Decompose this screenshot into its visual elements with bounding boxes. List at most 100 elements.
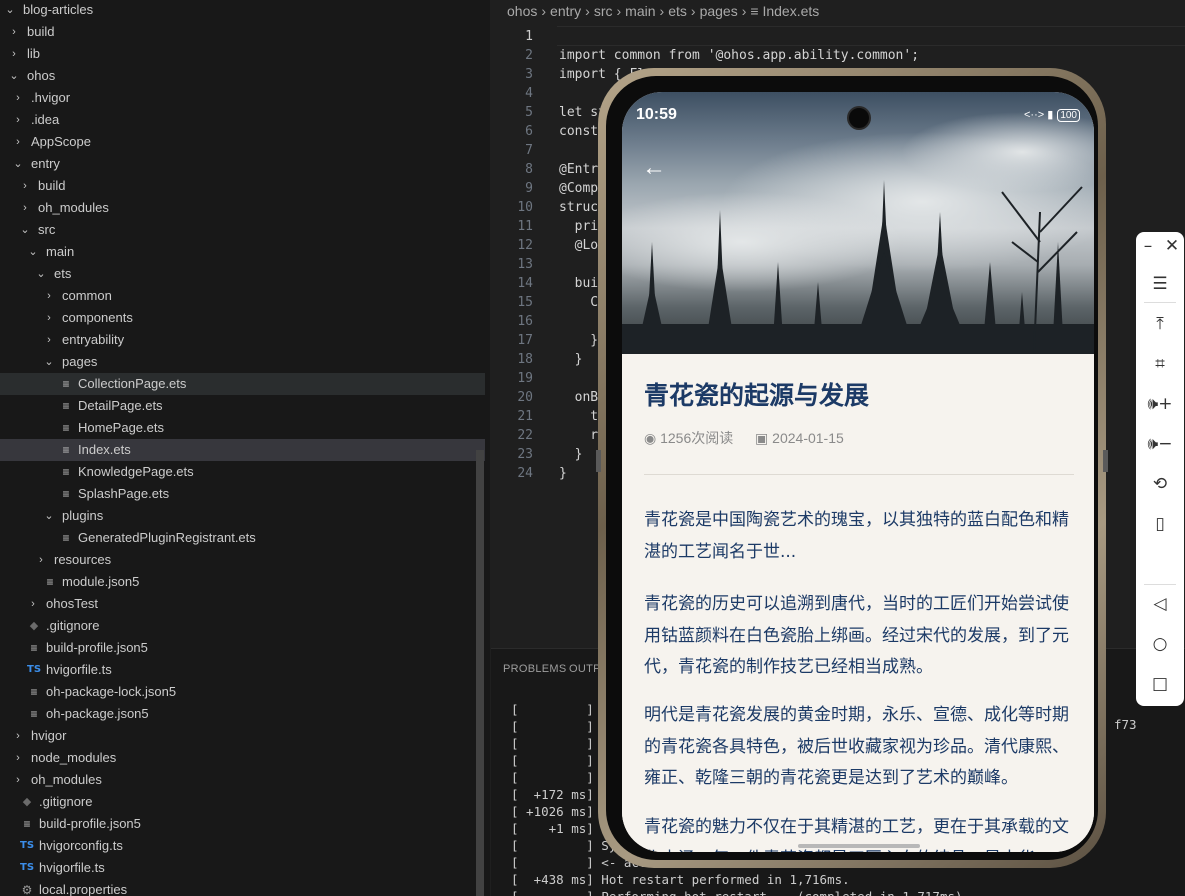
code-line[interactable]: @Entr (559, 160, 598, 179)
tree-file-module-json5[interactable]: ≡ module.json5 (0, 571, 485, 593)
tree-file-hvigorfile-ts[interactable]: TS hvigorfile.ts (0, 659, 485, 681)
chevron-down-icon[interactable]: ⌄ (27, 241, 39, 263)
tree-folder-appscope[interactable]: › AppScope (0, 131, 485, 153)
tree-folder-entryability[interactable]: › entryability (0, 329, 485, 351)
pin-top-icon[interactable]: ⤒ (1136, 314, 1184, 334)
tree-folder-src[interactable]: ⌄ src (0, 219, 485, 241)
tree-folder-ohos[interactable]: ⌄ ohos (0, 65, 485, 87)
chevron-right-icon[interactable]: › (43, 285, 55, 307)
chevron-right-icon[interactable]: › (19, 175, 31, 197)
tree-folder-ets[interactable]: ⌄ ets (0, 263, 485, 285)
tree-folder-hvigor[interactable]: › hvigor (0, 725, 485, 747)
tree-file-gitignore[interactable]: ◆ .gitignore (0, 791, 485, 813)
tree-file-splashpage-ets[interactable]: ≡ SplashPage.ets (0, 483, 485, 505)
code-line[interactable]: } (559, 350, 583, 369)
chevron-down-icon[interactable]: ⌄ (43, 351, 55, 373)
back-triangle-icon[interactable]: ◁ (1136, 594, 1184, 614)
tree-folder-oh-modules[interactable]: › oh_modules (0, 769, 485, 791)
breadcrumb-item[interactable]: Index.ets (762, 3, 819, 19)
back-arrow-icon[interactable]: ← (642, 154, 666, 182)
code-line[interactable]: onB (559, 388, 599, 407)
tree-folder-idea[interactable]: › .idea (0, 109, 485, 131)
tree-file-oh-package-lock-json5[interactable]: ≡ oh-package-lock.json5 (0, 681, 485, 703)
chevron-down-icon[interactable]: ⌄ (19, 219, 31, 241)
rotate-icon[interactable]: ⟲ (1136, 474, 1184, 494)
code-line[interactable]: } (559, 331, 598, 350)
code-line[interactable]: @Comp (559, 179, 598, 198)
breadcrumb-item[interactable]: pages (700, 3, 738, 19)
minus-icon[interactable]: – (1136, 236, 1160, 256)
tree-folder-node-modules[interactable]: › node_modules (0, 747, 485, 769)
tree-file-build-profile-json5[interactable]: ≡ build-profile.json5 (0, 813, 485, 835)
tree-folder-main[interactable]: ⌄ main (0, 241, 485, 263)
chevron-right-icon[interactable]: › (12, 769, 24, 791)
code-line[interactable]: @Lo (559, 236, 599, 255)
menu-icon[interactable]: ☰ (1136, 274, 1184, 294)
breadcrumb-item[interactable]: src (594, 3, 613, 19)
volume-down-icon[interactable]: 🕪− (1136, 434, 1184, 454)
code-line[interactable]: const (559, 122, 598, 141)
tree-file-homepage-ets[interactable]: ≡ HomePage.ets (0, 417, 485, 439)
tree-file-index-ets[interactable]: ≡ Index.ets (0, 439, 485, 461)
tree-file-gitignore[interactable]: ◆ .gitignore (0, 615, 485, 637)
tree-folder-resources[interactable]: › resources (0, 549, 485, 571)
tree-file-knowledgepage-ets[interactable]: ≡ KnowledgePage.ets (0, 461, 485, 483)
tree-file-detailpage-ets[interactable]: ≡ DetailPage.ets (0, 395, 485, 417)
code-line[interactable]: pri (559, 217, 599, 236)
close-icon[interactable]: ✕ (1160, 236, 1184, 256)
tree-file-hvigorfile-ts[interactable]: TS hvigorfile.ts (0, 857, 485, 879)
code-line[interactable]: import common from '@ohos.app.ability.co… (559, 46, 919, 65)
crop-icon[interactable]: ⌗ (1136, 354, 1184, 374)
home-indicator[interactable] (798, 844, 920, 848)
code-line[interactable]: bui (559, 274, 599, 293)
chevron-right-icon[interactable]: › (43, 329, 55, 351)
fold-icon[interactable]: ▯ (1136, 514, 1184, 534)
code-line[interactable]: } (559, 445, 583, 464)
tree-file-build-profile-json5[interactable]: ≡ build-profile.json5 (0, 637, 485, 659)
chevron-right-icon[interactable]: › (43, 307, 55, 329)
breadcrumb-item[interactable]: entry (550, 3, 581, 19)
tree-file-generatedpluginregistrant-ets[interactable]: ≡ GeneratedPluginRegistrant.ets (0, 527, 485, 549)
tree-file-hvigorconfig-ts[interactable]: TS hvigorconfig.ts (0, 835, 485, 857)
tab-output[interactable]: OUTP (569, 663, 601, 675)
tree-folder-common[interactable]: › common (0, 285, 485, 307)
chevron-down-icon[interactable]: ⌄ (43, 505, 55, 527)
chevron-down-icon[interactable]: ⌄ (12, 153, 24, 175)
code-line[interactable]: r (559, 426, 598, 445)
explorer-scrollbar[interactable] (476, 450, 484, 896)
chevron-right-icon[interactable]: › (19, 197, 31, 219)
chevron-down-icon[interactable]: ⌄ (8, 65, 20, 87)
chevron-right-icon[interactable]: › (27, 593, 39, 615)
tree-folder-oh-modules[interactable]: › oh_modules (0, 197, 485, 219)
code-line[interactable]: t (559, 407, 598, 426)
tree-folder-entry[interactable]: ⌄ entry (0, 153, 485, 175)
tree-folder-plugins[interactable]: ⌄ plugins (0, 505, 485, 527)
tree-file-local-properties[interactable]: ⚙ local.properties (0, 879, 485, 896)
tree-folder-build[interactable]: › build (0, 21, 485, 43)
chevron-right-icon[interactable]: › (8, 21, 20, 43)
tree-file-oh-package-json5[interactable]: ≡ oh-package.json5 (0, 703, 485, 725)
tree-file-collectionpage-ets[interactable]: ≡ CollectionPage.ets (0, 373, 485, 395)
code-line[interactable]: struc (559, 198, 598, 217)
chevron-right-icon[interactable]: › (12, 109, 24, 131)
chevron-right-icon[interactable]: › (35, 549, 47, 571)
breadcrumb-item[interactable]: ohos (507, 3, 537, 19)
tab-problems[interactable]: PROBLEMS (503, 663, 567, 675)
chevron-down-icon[interactable]: ⌄ (4, 0, 16, 21)
tree-folder-lib[interactable]: › lib (0, 43, 485, 65)
breadcrumb-item[interactable]: main (625, 3, 655, 19)
home-circle-icon[interactable]: ○ (1136, 634, 1184, 654)
tree-folder-build[interactable]: › build (0, 175, 485, 197)
chevron-right-icon[interactable]: › (12, 87, 24, 109)
tree-folder-pages[interactable]: ⌄ pages (0, 351, 485, 373)
recent-square-icon[interactable]: □ (1136, 674, 1184, 694)
volume-up-icon[interactable]: 🕪+ (1136, 394, 1184, 414)
chevron-right-icon[interactable]: › (12, 747, 24, 769)
tree-folder-ohostest[interactable]: › ohosTest (0, 593, 485, 615)
chevron-down-icon[interactable]: ⌄ (35, 263, 47, 285)
tree-folder-blog-articles[interactable]: ⌄ blog-articles (0, 0, 485, 21)
code-line[interactable]: } (559, 464, 567, 483)
code-line[interactable]: C (559, 293, 598, 312)
chevron-right-icon[interactable]: › (8, 43, 20, 65)
tree-folder-hvigor[interactable]: › .hvigor (0, 87, 485, 109)
